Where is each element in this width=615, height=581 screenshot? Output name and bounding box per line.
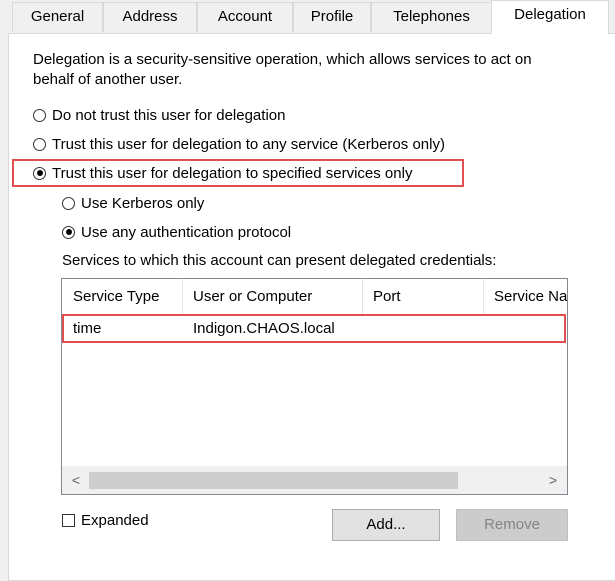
tab-profile[interactable]: Profile [293, 2, 371, 32]
option-kerberos-only[interactable]: Use Kerberos only [62, 193, 204, 213]
column-header-service-type[interactable]: Service Type [62, 279, 182, 315]
horizontal-scrollbar[interactable]: < > [62, 466, 567, 494]
scroll-right-icon[interactable]: > [543, 470, 563, 490]
expanded-label: Expanded [81, 511, 149, 529]
option-no-trust[interactable]: Do not trust this user for delegation [33, 105, 285, 125]
radio-no-trust[interactable] [33, 108, 46, 122]
tab-telephones[interactable]: Telephones [371, 2, 492, 32]
highlight-box-row [62, 314, 566, 343]
tab-delegation[interactable]: Delegation [491, 0, 609, 34]
option-any-service[interactable]: Trust this user for delegation to any se… [33, 134, 445, 154]
tab-account[interactable]: Account [197, 2, 293, 32]
delegation-description: Delegation is a security-sensitive opera… [33, 51, 532, 88]
expanded-checkbox-row[interactable]: Expanded [62, 510, 149, 530]
services-list[interactable]: Service Type User or Computer Port Servi… [61, 278, 568, 495]
column-header-user-or-computer[interactable]: User or Computer [182, 279, 362, 315]
option-any-service-label: Trust this user for delegation to any se… [52, 135, 445, 153]
expanded-checkbox[interactable] [62, 513, 75, 527]
add-button[interactable]: Add... [332, 509, 440, 541]
tab-bar: General Address Account Profile Telephon… [0, 0, 615, 36]
option-no-trust-label: Do not trust this user for delegation [52, 106, 286, 124]
column-header-port[interactable]: Port [362, 279, 483, 315]
column-header-service-name[interactable]: Service Na [483, 279, 567, 315]
tab-general[interactable]: General [12, 2, 103, 32]
option-any-protocol[interactable]: Use any authentication protocol [62, 222, 291, 242]
radio-any-protocol[interactable] [62, 225, 75, 239]
tab-address[interactable]: Address [103, 2, 197, 32]
remove-button[interactable]: Remove [456, 509, 568, 541]
option-any-protocol-label: Use any authentication protocol [81, 223, 292, 241]
services-label: Services to which this account can prese… [62, 252, 497, 269]
radio-any-service[interactable] [33, 137, 46, 151]
scroll-left-icon[interactable]: < [66, 470, 86, 490]
scrollbar-thumb[interactable] [89, 472, 458, 489]
services-list-header: Service Type User or Computer Port Servi… [62, 279, 567, 315]
highlight-box-specified [12, 159, 464, 187]
option-kerberos-only-label: Use Kerberos only [81, 194, 205, 212]
radio-kerberos-only[interactable] [62, 196, 75, 210]
